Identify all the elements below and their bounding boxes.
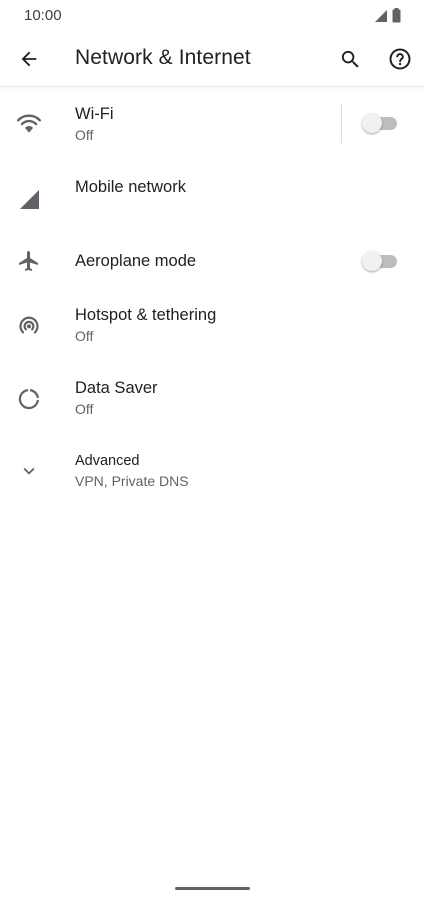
arrow-back-icon [21, 51, 37, 67]
hotspot-row[interactable]: Hotspot & tethering Off [0, 288, 425, 361]
hotspot-title: Hotspot & tethering [75, 306, 217, 324]
hotspot-icon [14, 311, 44, 341]
wifi-icon [14, 108, 44, 138]
help-button[interactable] [384, 43, 416, 75]
aeroplane-mode-row[interactable]: Aeroplane mode [0, 234, 425, 288]
hotspot-subtitle: Off [75, 328, 94, 344]
gesture-nav-handle[interactable] [175, 887, 250, 890]
search-icon [341, 50, 359, 68]
battery-icon [392, 8, 401, 23]
data-saver-row[interactable]: Data Saver Off [0, 361, 425, 435]
signal-icon [14, 184, 44, 214]
aeroplane-toggle-thumb [362, 251, 382, 271]
wifi-row[interactable]: Wi-Fi Off [0, 87, 425, 160]
help-icon [389, 48, 411, 70]
wifi-toggle-thumb [362, 113, 382, 133]
data-saver-subtitle: Off [75, 401, 94, 417]
advanced-row[interactable]: Advanced VPN, Private DNS [0, 435, 425, 507]
signal-icon [375, 9, 387, 22]
wifi-divider [341, 103, 342, 143]
wifi-subtitle: Off [75, 127, 94, 143]
status-bar: 10:00 [0, 0, 425, 32]
status-time: 10:00 [24, 7, 62, 24]
search-button[interactable] [334, 43, 366, 75]
chevron-down-icon [14, 456, 44, 486]
app-bar: Network & Internet [0, 32, 425, 87]
aeroplane-mode-title: Aeroplane mode [75, 252, 197, 270]
mobile-network-title: Mobile network [75, 178, 186, 196]
wifi-toggle[interactable] [362, 112, 398, 134]
status-icons [374, 8, 401, 23]
data-saver-icon [14, 384, 44, 414]
aeroplane-mode-toggle[interactable] [362, 250, 398, 272]
advanced-title: Advanced [75, 453, 140, 469]
airplane-icon [14, 246, 44, 276]
data-saver-title: Data Saver [75, 379, 158, 397]
wifi-title: Wi-Fi [75, 105, 114, 123]
advanced-subtitle: VPN, Private DNS [75, 473, 189, 489]
back-button[interactable] [13, 43, 45, 75]
mobile-network-row[interactable]: Mobile network [0, 160, 425, 234]
page-title: Network & Internet [75, 46, 251, 69]
